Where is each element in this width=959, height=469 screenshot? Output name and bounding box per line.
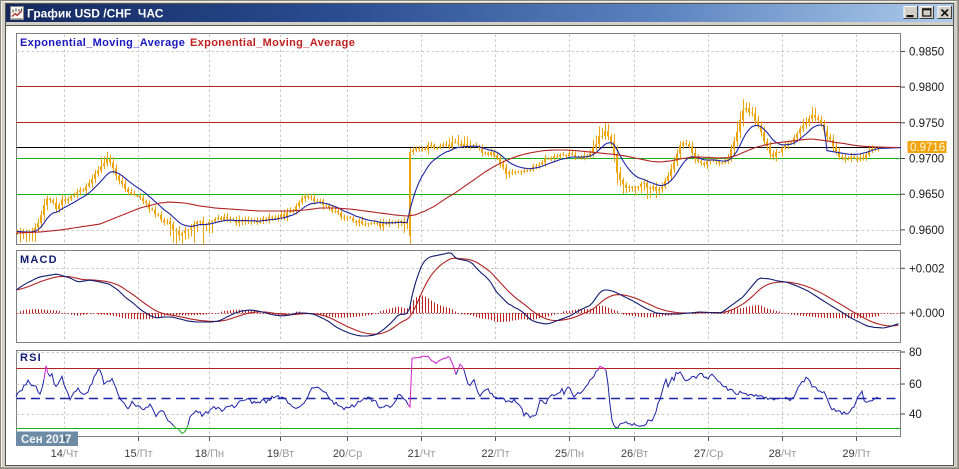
svg-text:22/Пт: 22/Пт (481, 448, 509, 460)
svg-text:RSI: RSI (20, 352, 42, 364)
svg-text:0.9850: 0.9850 (909, 46, 944, 58)
svg-text:0.9750: 0.9750 (909, 118, 944, 130)
svg-text:80: 80 (909, 347, 922, 359)
svg-text:0.9650: 0.9650 (909, 189, 944, 201)
svg-text:27/Ср: 27/Ср (694, 448, 723, 460)
svg-text:График USD /CHF ЧАС: График USD /CHF ЧАС (27, 7, 164, 21)
svg-text:29/Пт: 29/Пт (842, 448, 870, 460)
svg-text:26/Вт: 26/Вт (621, 448, 648, 460)
svg-text:0.9716: 0.9716 (910, 142, 945, 154)
svg-text:40: 40 (909, 409, 922, 421)
svg-text:0.9700: 0.9700 (909, 154, 944, 166)
svg-text:Сен 2017: Сен 2017 (21, 434, 71, 446)
svg-text:60: 60 (909, 379, 922, 391)
svg-text:21/Чт: 21/Чт (408, 448, 436, 460)
svg-text:Exponential_Moving_Average: Exponential_Moving_Average (190, 37, 355, 49)
svg-text:28/Чт: 28/Чт (769, 448, 797, 460)
svg-text:18/Пн: 18/Пн (195, 448, 224, 460)
svg-text:14/Чт: 14/Чт (51, 448, 79, 460)
svg-text:+0.000: +0.000 (909, 308, 945, 320)
svg-text:0.9800: 0.9800 (909, 82, 944, 94)
svg-text:0.9600: 0.9600 (909, 225, 944, 237)
svg-text:+0.002: +0.002 (909, 263, 945, 275)
svg-text:25/Пн: 25/Пн (555, 448, 584, 460)
svg-text:19/Вт: 19/Вт (267, 448, 294, 460)
svg-text:MACD: MACD (20, 254, 58, 266)
svg-text:Exponential_Moving_Average: Exponential_Moving_Average (20, 37, 185, 49)
svg-text:20/Ср: 20/Ср (333, 448, 362, 460)
svg-text:15/Пт: 15/Пт (124, 448, 152, 460)
